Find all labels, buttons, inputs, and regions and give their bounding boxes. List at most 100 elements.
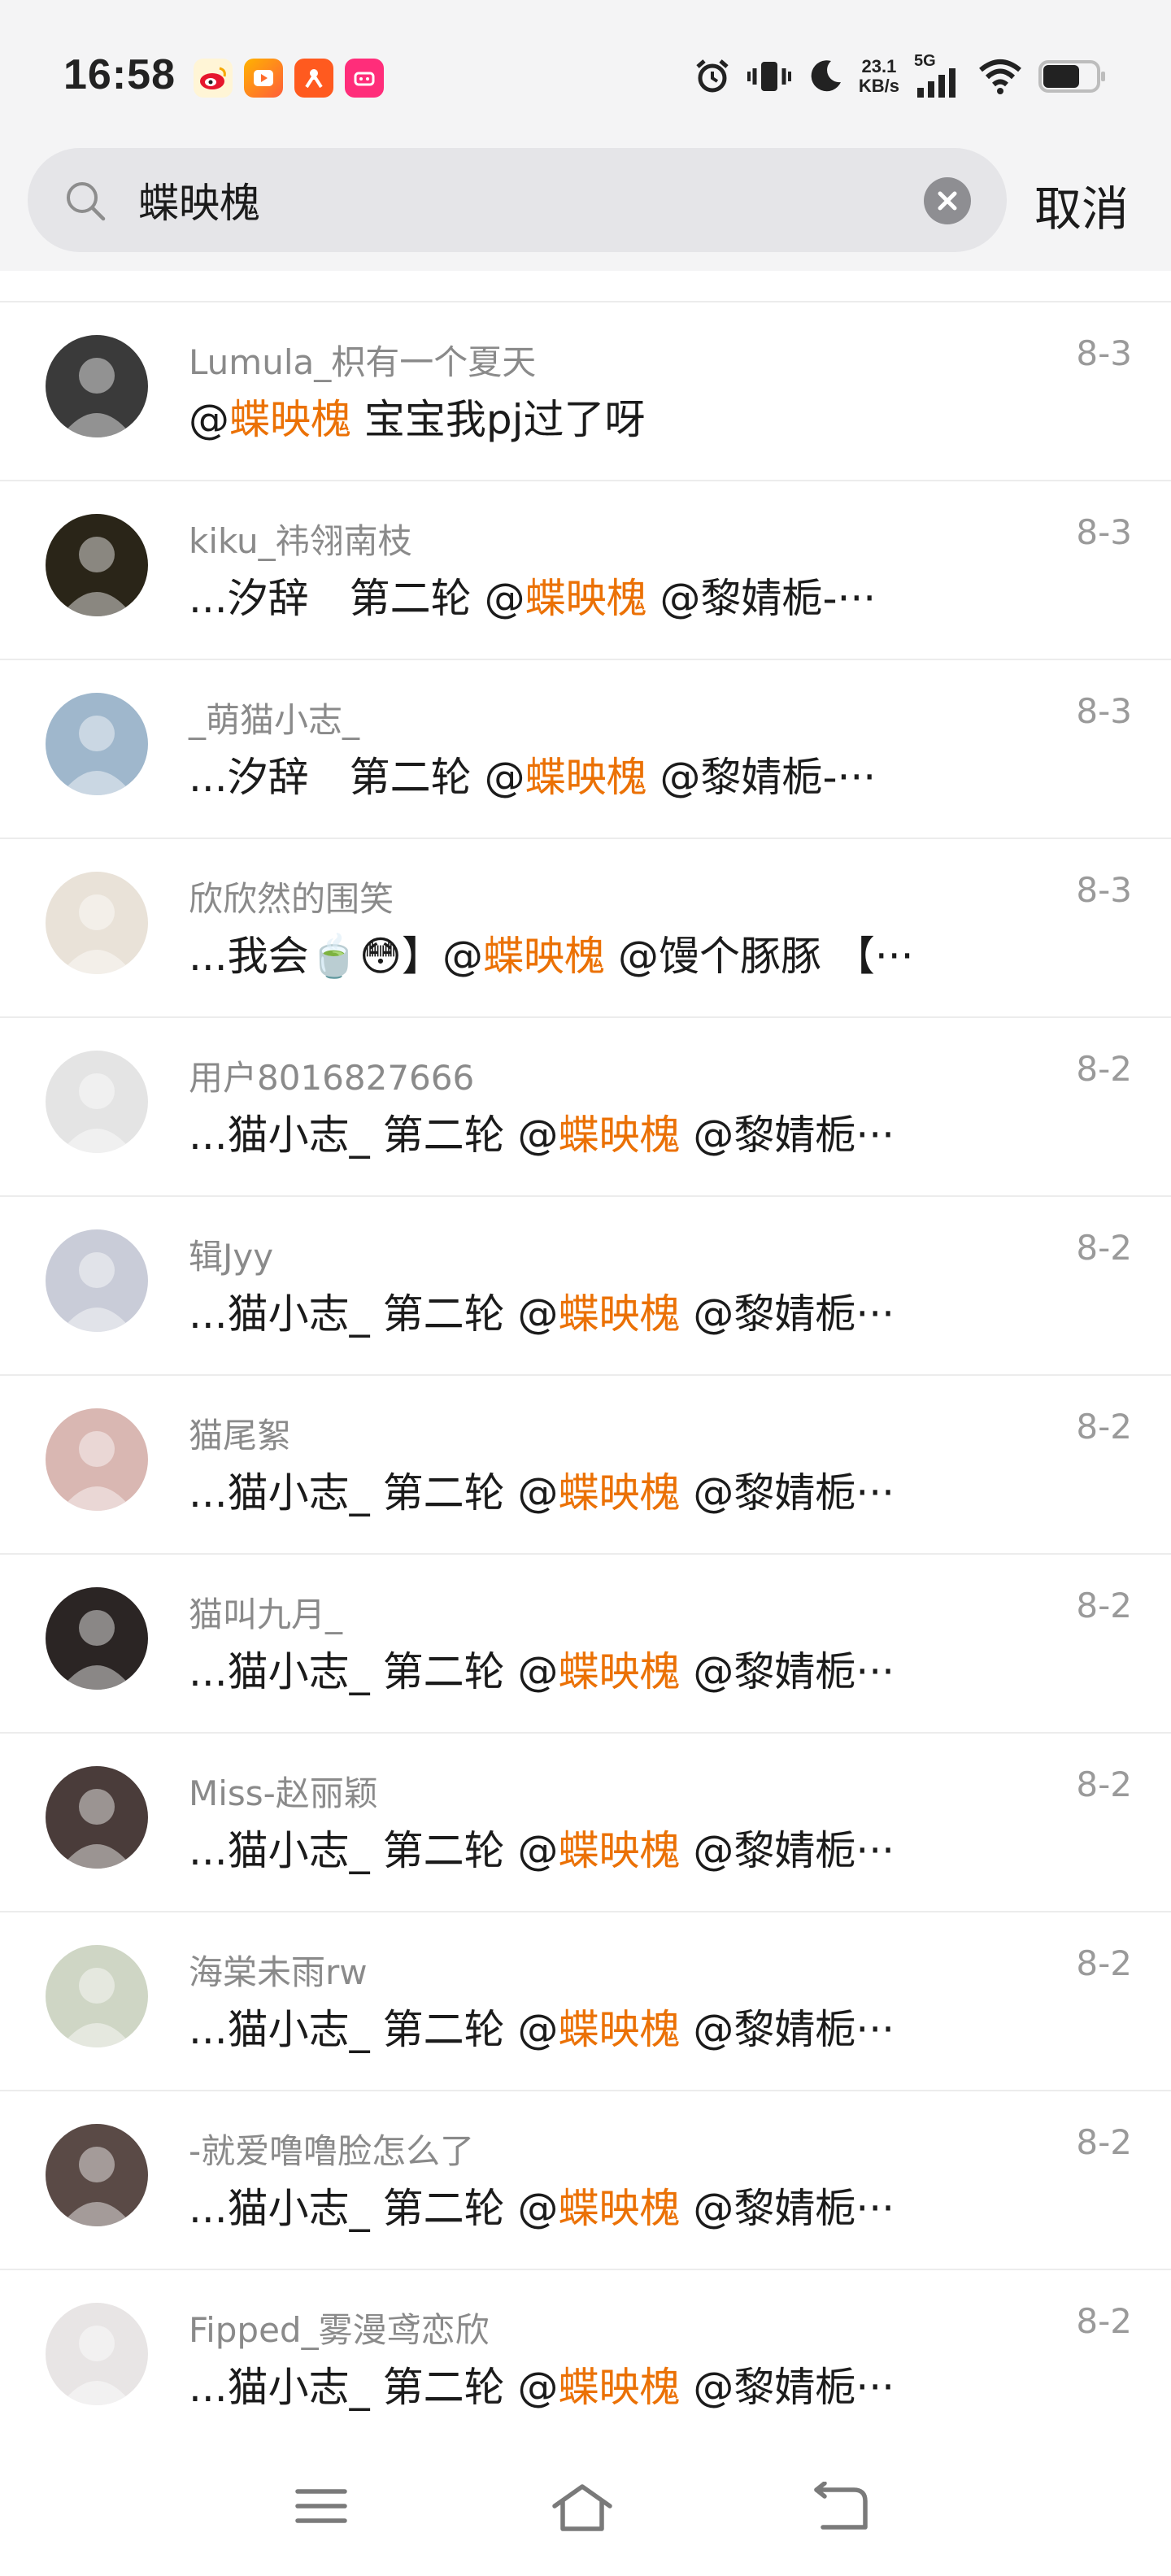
- result-row[interactable]: 欣欣然的围笑 8-3 ...我会🍵😳】@蝶映槐 @馒个豚豚 【···: [0, 839, 1171, 1018]
- highlighted-mention[interactable]: 蝶映槐: [229, 396, 351, 443]
- user-name[interactable]: -就爱噜噜脸怎么了: [189, 2124, 474, 2174]
- search-input[interactable]: 蝶映槐: [28, 148, 1007, 252]
- result-date: 8-2: [1076, 1764, 1132, 1804]
- xiaohongshu-icon: [294, 59, 333, 98]
- result-row[interactable]: 海棠未雨rw 8-2 ...猫小志_ 第二轮 @蝶映槐 @黎婧栀···: [0, 1912, 1171, 2091]
- highlighted-mention[interactable]: 蝶映槐: [525, 754, 647, 801]
- result-date: 8-3: [1076, 691, 1132, 731]
- highlighted-mention[interactable]: 蝶映槐: [525, 575, 647, 622]
- user-name[interactable]: kiku_祎翎南枝: [189, 514, 412, 564]
- vibrate-icon: [747, 57, 792, 96]
- result-snippet: ...猫小志_ 第二轮 @蝶映槐 @黎婧栀···: [189, 1460, 1002, 1519]
- avatar-image: [46, 335, 148, 437]
- result-date: 8-3: [1076, 512, 1132, 552]
- top-area: 16:58 23.1 KB/s 5G 蝶映槐 取消: [0, 0, 1171, 271]
- result-row[interactable]: 猫叫九月_ 8-2 ...猫小志_ 第二轮 @蝶映槐 @黎婧栀···: [0, 1555, 1171, 1734]
- result-date: 8-2: [1076, 1407, 1132, 1447]
- user-name[interactable]: 欣欣然的围笑: [189, 872, 394, 921]
- snippet-prefix: ...猫小志_ 第二轮 @: [189, 1112, 559, 1159]
- result-date: 8-2: [1076, 1228, 1132, 1268]
- avatar[interactable]: [46, 2124, 148, 2226]
- avatar-image: [46, 2124, 148, 2226]
- network-speed-unit: KB/s: [858, 76, 899, 96]
- avatar[interactable]: [46, 1229, 148, 1332]
- network-speed-value: 23.1: [861, 56, 897, 76]
- highlighted-mention[interactable]: 蝶映槐: [558, 1648, 680, 1695]
- search-query[interactable]: 蝶映槐: [138, 171, 260, 229]
- avatar[interactable]: [46, 872, 148, 974]
- result-date: 8-2: [1076, 1049, 1132, 1089]
- avatar[interactable]: [46, 693, 148, 795]
- snippet-prefix: ...猫小志_ 第二轮 @: [189, 1290, 559, 1338]
- result-row[interactable]: kiku_祎翎南枝 8-3 ...汐辞 第二轮 @蝶映槐 @黎婧栀-···: [0, 481, 1171, 660]
- avatar[interactable]: [46, 335, 148, 437]
- result-row[interactable]: 猫尾絮 8-2 ...猫小志_ 第二轮 @蝶映槐 @黎婧栀···: [0, 1376, 1171, 1555]
- avatar-image: [46, 1408, 148, 1511]
- back-icon[interactable]: [812, 2481, 870, 2537]
- snippet-suffix: @黎婧栀···: [680, 2364, 895, 2411]
- highlighted-mention[interactable]: 蝶映槐: [558, 1469, 680, 1516]
- network-type-label: 5G: [914, 52, 936, 70]
- result-row[interactable]: 辑Jyy 8-2 ...猫小志_ 第二轮 @蝶映槐 @黎婧栀···: [0, 1197, 1171, 1376]
- avatar-image: [46, 1945, 148, 2047]
- pink-app-icon: [345, 59, 384, 98]
- user-name[interactable]: _萌猫小志_: [189, 693, 359, 742]
- highlighted-mention[interactable]: 蝶映槐: [558, 2006, 680, 2053]
- user-name[interactable]: Fipped_雾漫鸢恋欣: [189, 2303, 490, 2352]
- snippet-prefix: ...猫小志_ 第二轮 @: [189, 2364, 559, 2411]
- highlighted-mention[interactable]: 蝶映槐: [558, 2364, 680, 2411]
- highlighted-mention[interactable]: 蝶映槐: [558, 1290, 680, 1338]
- user-name[interactable]: Miss-赵丽颖: [189, 1766, 378, 1816]
- result-date: 8-2: [1076, 1943, 1132, 1983]
- result-row[interactable]: Miss-赵丽颖 8-2 ...猫小志_ 第二轮 @蝶映槐 @黎婧栀···: [0, 1734, 1171, 1912]
- result-row[interactable]: Lumula_枳有一个夏天 8-3 @蝶映槐 宝宝我pj过了呀: [0, 302, 1171, 481]
- avatar-image: [46, 1587, 148, 1690]
- user-name[interactable]: 辑Jyy: [189, 1229, 273, 1279]
- avatar[interactable]: [46, 1766, 148, 1869]
- snippet-suffix: @黎婧栀-···: [646, 754, 877, 801]
- home-icon[interactable]: [550, 2482, 615, 2537]
- system-icons: 23.1 KB/s 5G: [693, 52, 1108, 101]
- avatar[interactable]: [46, 514, 148, 616]
- result-row[interactable]: 用户8016827666 8-2 ...猫小志_ 第二轮 @蝶映槐 @黎婧栀···: [0, 1018, 1171, 1197]
- avatar[interactable]: [46, 1587, 148, 1690]
- user-name[interactable]: 猫尾絮: [189, 1408, 291, 1458]
- user-name[interactable]: Lumula_枳有一个夏天: [189, 335, 536, 385]
- avatar[interactable]: [46, 1945, 148, 2047]
- result-date: 8-2: [1076, 2122, 1132, 2162]
- result-snippet: ...汐辞 第二轮 @蝶映槐 @黎婧栀-···: [189, 566, 1002, 624]
- result-snippet: ...猫小志_ 第二轮 @蝶映槐 @黎婧栀···: [189, 1639, 1002, 1698]
- avatar[interactable]: [46, 1051, 148, 1153]
- user-name[interactable]: 猫叫九月_: [189, 1587, 342, 1637]
- alarm-icon: [693, 57, 732, 96]
- avatar-image: [46, 1229, 148, 1332]
- result-row[interactable]: Fipped_雾漫鸢恋欣 8-2 ...猫小志_ 第二轮 @蝶映槐 @黎婧栀···: [0, 2270, 1171, 2449]
- cancel-button[interactable]: 取消: [1034, 171, 1129, 239]
- snippet-prefix: ...猫小志_ 第二轮 @: [189, 2006, 559, 2053]
- result-snippet: ...汐辞 第二轮 @蝶映槐 @黎婧栀-···: [189, 745, 1002, 803]
- snippet-suffix: @黎婧栀···: [680, 1827, 895, 1874]
- wifi-icon: [977, 57, 1023, 96]
- video-icon: [244, 59, 283, 98]
- result-row[interactable]: _萌猫小志_ 8-3 ...汐辞 第二轮 @蝶映槐 @黎婧栀-···: [0, 660, 1171, 839]
- weibo-icon: [194, 59, 233, 98]
- user-name[interactable]: 用户8016827666: [189, 1051, 474, 1100]
- menu-icon[interactable]: [293, 2482, 350, 2534]
- snippet-suffix: @黎婧栀···: [680, 2185, 895, 2232]
- clear-icon[interactable]: [924, 177, 971, 228]
- result-snippet: ...猫小志_ 第二轮 @蝶映槐 @黎婧栀···: [189, 1997, 1002, 2056]
- highlighted-mention[interactable]: 蝶映槐: [558, 1827, 680, 1874]
- do-not-disturb-moon-icon: [807, 58, 844, 95]
- highlighted-mention[interactable]: 蝶映槐: [558, 2185, 680, 2232]
- highlighted-mention[interactable]: 蝶映槐: [558, 1112, 680, 1159]
- highlighted-mention[interactable]: 蝶映槐: [483, 933, 605, 980]
- avatar[interactable]: [46, 1408, 148, 1511]
- snippet-suffix: @黎婧栀···: [680, 1648, 895, 1695]
- user-name[interactable]: 海棠未雨rw: [189, 1945, 368, 1995]
- result-row[interactable]: -就爱噜噜脸怎么了 8-2 ...猫小志_ 第二轮 @蝶映槐 @黎婧栀···: [0, 2091, 1171, 2270]
- status-time: 16:58: [63, 51, 176, 98]
- snippet-prefix: ...猫小志_ 第二轮 @: [189, 1469, 559, 1516]
- result-date: 8-3: [1076, 333, 1132, 373]
- result-snippet: @蝶映槐 宝宝我pj过了呀: [189, 387, 1002, 446]
- avatar[interactable]: [46, 2303, 148, 2405]
